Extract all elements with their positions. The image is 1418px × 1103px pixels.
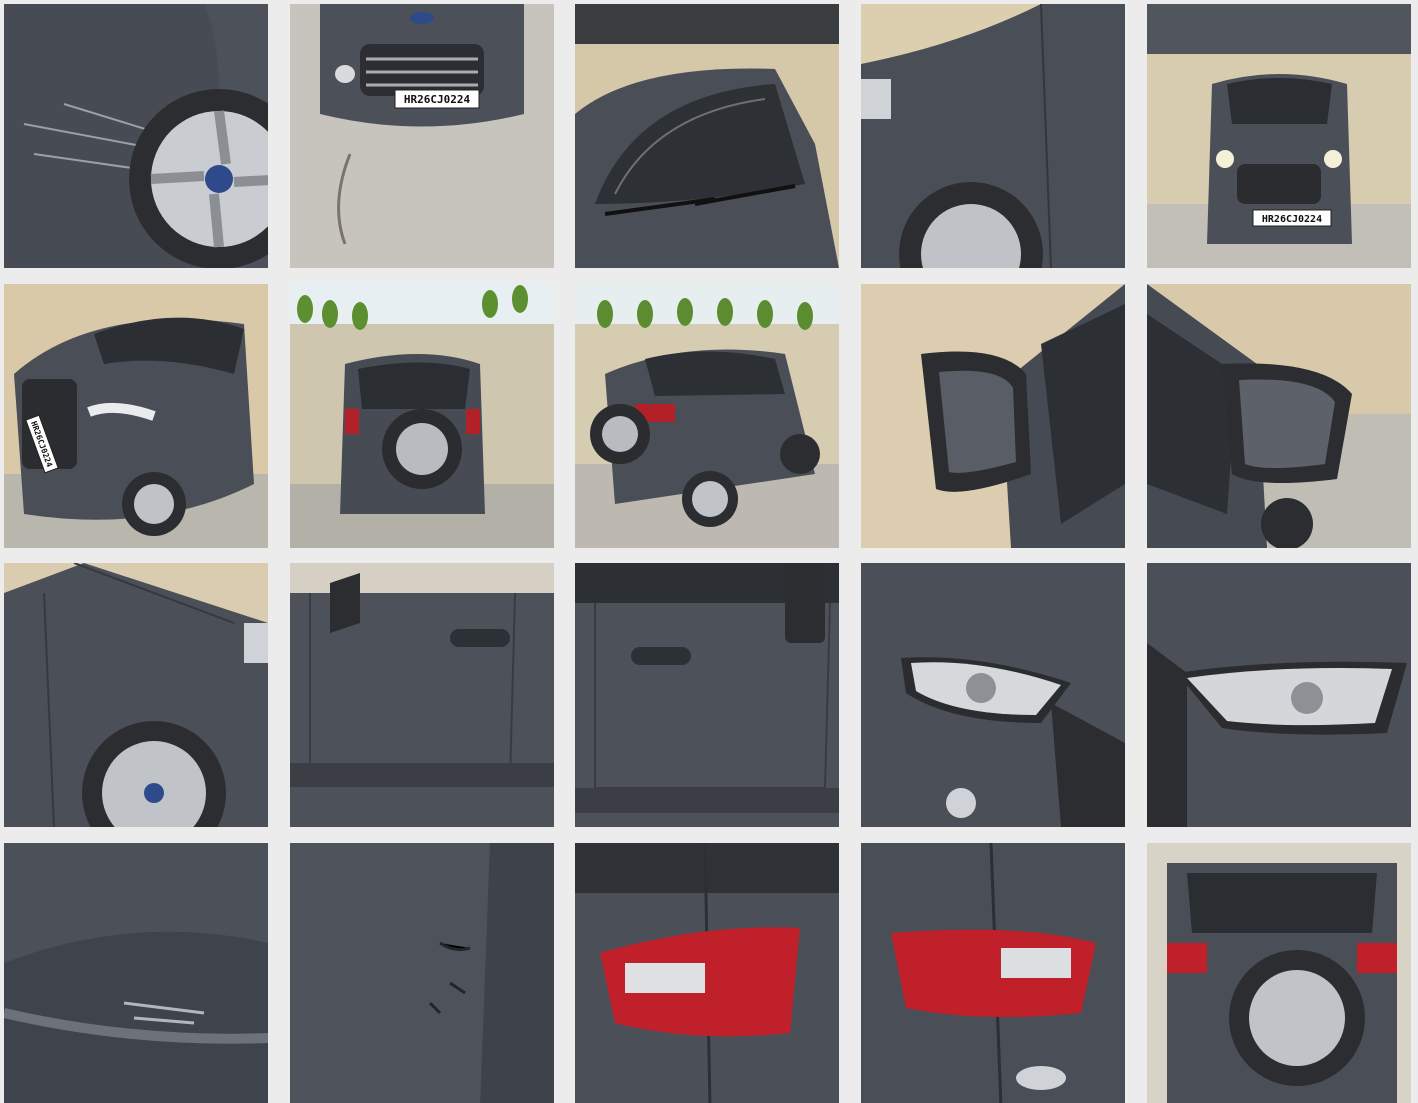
photo-rear-spare-wheel-closeup[interactable]: [1147, 843, 1411, 1103]
photo-rear-three-quarter-left[interactable]: [575, 284, 839, 548]
photo-bumper-scuff-closeup[interactable]: [4, 843, 268, 1103]
photo-rear-door-left[interactable]: [575, 563, 839, 827]
photo-front-view-headlights-on[interactable]: HR26CJ0224: [1147, 4, 1411, 268]
photo-panel-marks-closeup[interactable]: [290, 843, 554, 1103]
photo-front-door-left[interactable]: [290, 563, 554, 827]
photo-front-three-quarter-left[interactable]: HR26CJ0224: [4, 284, 268, 548]
plate-text: HR26CJ0224: [1262, 214, 1322, 225]
photo-windshield-from-above[interactable]: [575, 4, 839, 268]
photo-right-headlight[interactable]: [1147, 563, 1411, 827]
photo-right-front-fender[interactable]: [861, 4, 1125, 268]
photo-rear-view-spare-wheel[interactable]: [290, 284, 554, 548]
photo-right-side-mirror[interactable]: [1147, 284, 1411, 548]
plate-text: HR26CJ0224: [404, 93, 471, 106]
photo-left-side-mirror[interactable]: [861, 284, 1125, 548]
photo-left-headlight[interactable]: [861, 563, 1125, 827]
photo-front-grille-with-plate[interactable]: HR26CJ0224: [290, 4, 554, 268]
photo-right-tail-light[interactable]: [861, 843, 1125, 1103]
photo-front-left-wheel-scratch[interactable]: [4, 4, 268, 268]
photo-left-tail-light[interactable]: [575, 843, 839, 1103]
photo-left-front-fender-wheel[interactable]: [4, 563, 268, 827]
photo-gallery: HR26CJ0224 HR26CJ0224 HR26CJ0224: [0, 0, 1418, 1103]
